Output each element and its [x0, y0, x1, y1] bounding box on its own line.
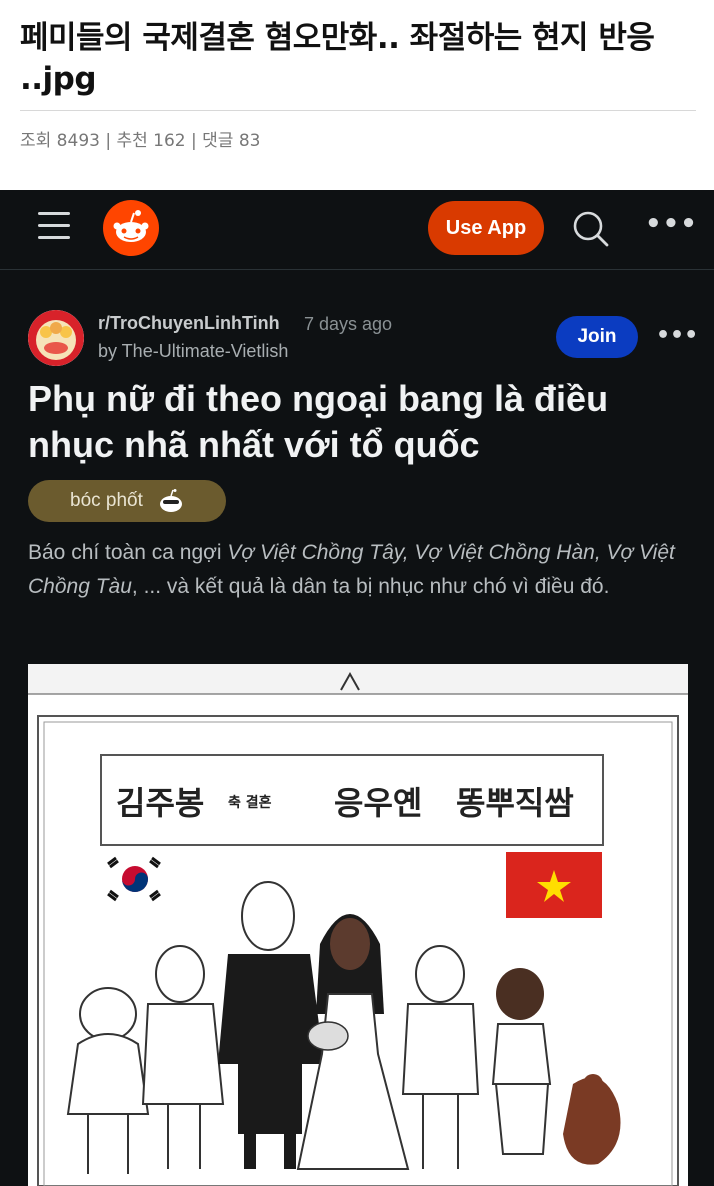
snoo-flair-icon	[160, 489, 182, 512]
reddit-screenshot: Use App ••• r/TroChuyenLinhTinh 7 days a…	[0, 190, 714, 1186]
subreddit-avatar[interactable]	[28, 310, 84, 366]
banner-extra-text: 똥뿌직쌈	[456, 784, 574, 822]
comic-banner: 김주봉 축 결혼 응우옌 똥뿌직쌈	[100, 754, 604, 846]
post-title[interactable]: Phụ nữ đi theo ngoại bang là điều nhục n…	[28, 376, 698, 468]
korea-flag-icon	[100, 852, 170, 906]
subreddit-name[interactable]: r/TroChuyenLinhTinh	[98, 313, 280, 334]
body-intro: Báo chí toàn ca ngợi	[28, 541, 228, 564]
comic-drawing	[28, 664, 688, 1186]
search-icon[interactable]	[570, 208, 610, 248]
banner-wedding-text: 축 결혼	[228, 795, 272, 811]
body-rest: , ... và kết quả là dân ta bị nhục như c…	[131, 575, 610, 598]
use-app-button[interactable]: Use App	[428, 201, 544, 255]
article-title: 페미들의 국제결혼 혐오만화.. 좌절하는 현지 반응 ..jpg	[20, 20, 655, 97]
flair-label: bóc phốt	[70, 490, 143, 511]
menu-icon[interactable]	[38, 212, 72, 242]
reddit-nav-bar: Use App •••	[0, 190, 714, 270]
post-author[interactable]: by The-Ultimate-Vietlish	[98, 341, 288, 362]
divider	[20, 110, 696, 111]
banner-bride-name: 응우옌	[334, 784, 423, 822]
join-button[interactable]: Join	[556, 316, 638, 358]
post-body: Báo chí toàn ca ngợi Vợ Việt Chồng Tây, …	[28, 536, 688, 604]
vietnam-flag-icon	[506, 852, 602, 918]
banner-groom-name: 김주봉	[116, 784, 205, 822]
post-more-icon[interactable]: •••	[656, 325, 698, 347]
article-header: 페미들의 국제결혼 혐오만화.. 좌절하는 현지 반응 ..jpg 조회 849…	[0, 0, 714, 190]
post-flair[interactable]: bóc phốt	[28, 480, 226, 522]
reddit-logo-icon[interactable]	[103, 200, 159, 256]
comic-image[interactable]: 김주봉 축 결혼 응우옌 똥뿌직쌈	[28, 664, 688, 1186]
post-time: 7 days ago	[304, 314, 393, 334]
article-meta: 조회 8493 | 추천 162 | 댓글 83	[20, 131, 261, 151]
more-icon[interactable]: •••	[645, 211, 697, 238]
